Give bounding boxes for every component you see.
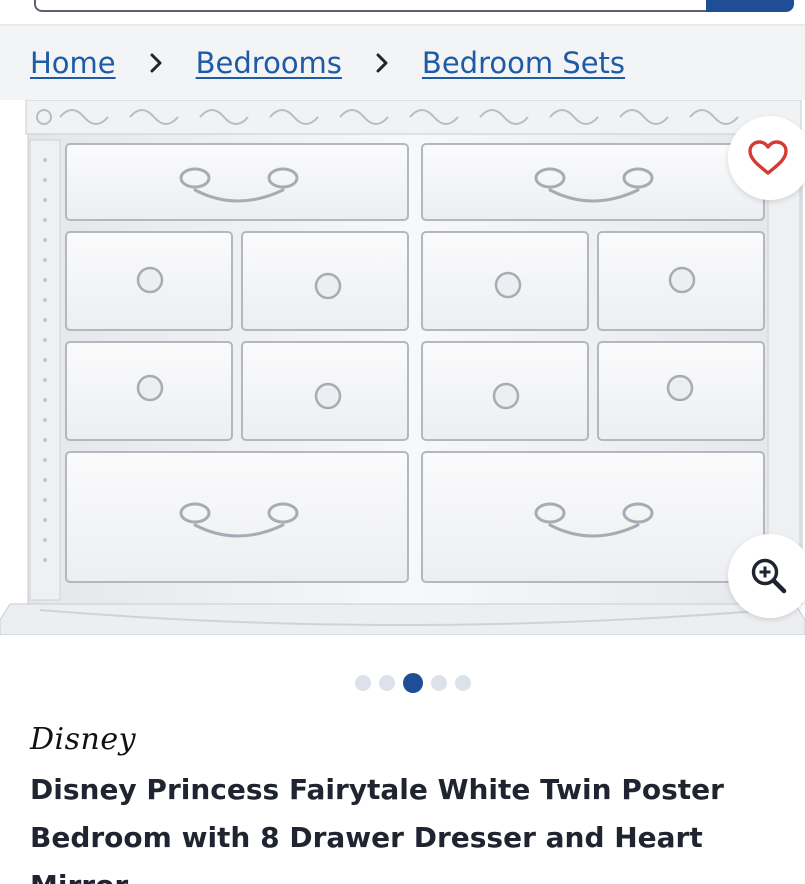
brand-logo[interactable]: Disney bbox=[30, 722, 136, 757]
zoom-button[interactable] bbox=[728, 534, 805, 618]
chevron-right-icon bbox=[342, 52, 422, 74]
carousel-dot-active[interactable] bbox=[403, 673, 423, 693]
dresser-illustration bbox=[0, 100, 805, 635]
zoom-in-icon bbox=[751, 558, 787, 594]
search-button[interactable] bbox=[706, 0, 794, 12]
carousel-dots bbox=[355, 672, 471, 694]
carousel-dot[interactable] bbox=[379, 675, 395, 691]
breadcrumb: Home Bedrooms Bedroom Sets bbox=[0, 26, 805, 100]
heart-icon bbox=[748, 140, 788, 175]
breadcrumb-home-link[interactable]: Home bbox=[30, 46, 116, 80]
product-title: Disney Princess Fairytale White Twin Pos… bbox=[30, 773, 724, 884]
top-search-bar bbox=[0, 0, 805, 26]
carousel-dot[interactable] bbox=[431, 675, 447, 691]
search-input[interactable] bbox=[34, 0, 706, 12]
breadcrumb-bedroom-sets-link[interactable]: Bedroom Sets bbox=[422, 46, 625, 80]
product-image[interactable] bbox=[0, 100, 805, 635]
chevron-right-icon bbox=[116, 52, 196, 74]
carousel-dot[interactable] bbox=[355, 675, 371, 691]
breadcrumb-bedrooms-link[interactable]: Bedrooms bbox=[196, 46, 342, 80]
carousel-dot[interactable] bbox=[455, 675, 471, 691]
favorite-button[interactable] bbox=[728, 116, 805, 200]
